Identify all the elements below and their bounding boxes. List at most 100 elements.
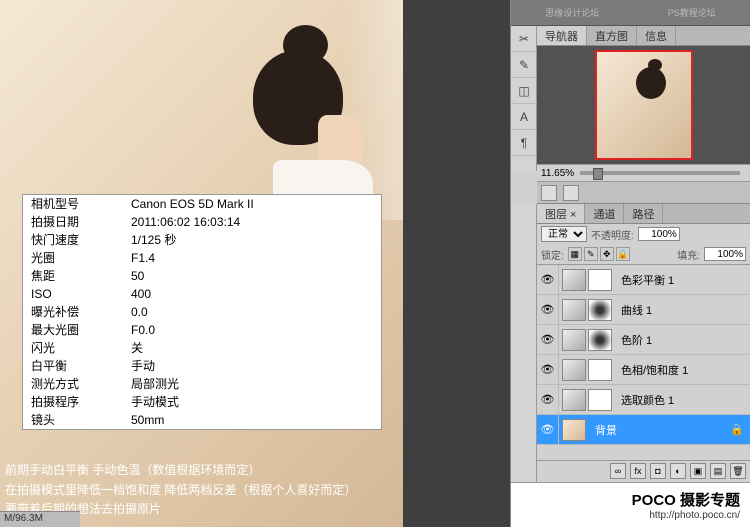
exif-value: 50mm: [131, 411, 373, 429]
exif-value: 关: [131, 339, 373, 357]
exif-info-box: 相机型号Canon EOS 5D Mark II拍摄日期2011:06:02 1…: [22, 194, 382, 430]
exif-row: 焦距50: [23, 267, 381, 285]
new-layer-icon[interactable]: ▤: [710, 463, 726, 479]
mask-thumb[interactable]: [588, 299, 612, 321]
mask-thumb[interactable]: [588, 269, 612, 291]
watermark-right: PS教程论坛: [668, 6, 716, 19]
adjustment-thumb[interactable]: [562, 359, 586, 381]
layers-tabs: 图层 × 通道 路径: [537, 204, 750, 224]
lock-icons: ▦ ✎ ✥ 🔒: [568, 247, 630, 261]
tab-navigator[interactable]: 导航器: [537, 26, 587, 45]
tab-layers[interactable]: 图层 ×: [537, 204, 585, 223]
exif-label: ISO: [31, 285, 131, 303]
layers-panel-wrapper: 图层 × 通道 路径 正常 不透明度: 锁定: ▦ ✎ ✥ 🔒: [511, 204, 750, 482]
exif-row: 快门速度1/125 秒: [23, 231, 381, 249]
adjustments-icon[interactable]: [541, 185, 557, 201]
tool-scissors-icon[interactable]: ✂: [511, 26, 537, 52]
fill-input[interactable]: [704, 247, 746, 261]
exif-label: 光圈: [31, 249, 131, 267]
navigator-zoom-bar: 11.65%: [537, 164, 750, 182]
exif-label: 镜头: [31, 411, 131, 429]
visibility-icon[interactable]: 👁: [537, 295, 559, 325]
adjustment-thumb[interactable]: [562, 389, 586, 411]
tool-ruler-icon[interactable]: ◫: [511, 78, 537, 104]
lock-brush-icon[interactable]: ✎: [584, 247, 598, 261]
exif-value: 50: [131, 267, 373, 285]
exif-label: 拍摄日期: [31, 213, 131, 231]
annotation-line-1: 前期手动白平衡 手动色温（数值根据环境而定）: [5, 461, 403, 480]
layer-row[interactable]: 👁色相/饱和度 1: [537, 355, 750, 385]
layer-name-label: 色彩平衡 1: [615, 272, 674, 288]
fx-icon[interactable]: fx: [630, 463, 646, 479]
mask-thumb[interactable]: [588, 389, 612, 411]
lock-icon: 🔒: [730, 423, 750, 436]
exif-value: Canon EOS 5D Mark II: [131, 195, 373, 213]
adjustment-icon[interactable]: ◐: [670, 463, 686, 479]
layer-row[interactable]: 👁选取颜色 1: [537, 385, 750, 415]
exif-label: 相机型号: [31, 195, 131, 213]
mask-thumb[interactable]: [588, 359, 612, 381]
layers-footer: ∞ fx ◘ ◐ ▣ ▤ 🗑: [537, 460, 750, 482]
canvas-image[interactable]: 相机型号Canon EOS 5D Mark II拍摄日期2011:06:02 1…: [0, 0, 403, 527]
layer-controls: 正常 不透明度: 锁定: ▦ ✎ ✥ 🔒 填充:: [537, 224, 750, 265]
exif-value: 局部测光: [131, 375, 373, 393]
tab-channels[interactable]: 通道: [585, 204, 624, 223]
visibility-icon[interactable]: 👁: [537, 355, 559, 385]
annotation-line-2: 在拍摄模式里降低一档饱和度 降低两档反差（根据个人喜好而定）: [5, 481, 403, 500]
navigator-tabs: 导航器 直方图 信息: [537, 26, 750, 46]
watermark-bar: 思缘设计论坛 PS教程论坛: [511, 0, 750, 26]
link-layers-icon[interactable]: ∞: [610, 463, 626, 479]
tool-brush-icon[interactable]: ✎: [511, 52, 537, 78]
masks-icon[interactable]: [563, 185, 579, 201]
group-icon[interactable]: ▣: [690, 463, 706, 479]
bg-thumb[interactable]: [562, 419, 586, 441]
tab-info[interactable]: 信息: [637, 26, 676, 45]
lock-all-icon[interactable]: 🔒: [616, 247, 630, 261]
navigator-preview[interactable]: [537, 46, 750, 164]
blend-mode-select[interactable]: 正常: [541, 226, 587, 242]
exif-row: 拍摄程序手动模式: [23, 393, 381, 411]
layers-panel: 图层 × 通道 路径 正常 不透明度: 锁定: ▦ ✎ ✥ 🔒: [537, 204, 750, 482]
visibility-icon[interactable]: 👁: [537, 325, 559, 355]
layers-left-strip: [511, 204, 537, 482]
exif-value: 1/125 秒: [131, 231, 373, 249]
visibility-icon[interactable]: 👁: [537, 415, 559, 445]
layer-row[interactable]: 👁曲线 1: [537, 295, 750, 325]
lock-pixels-icon[interactable]: ▦: [568, 247, 582, 261]
mask-icon[interactable]: ◘: [650, 463, 666, 479]
layer-row[interactable]: 👁 色阶 1: [537, 325, 750, 355]
layer-name-label: 色阶 1: [615, 332, 652, 348]
adjustment-thumb[interactable]: [562, 329, 586, 351]
zoom-slider[interactable]: [580, 171, 740, 175]
exif-label: 最大光圈: [31, 321, 131, 339]
exif-value: 手动模式: [131, 393, 373, 411]
visibility-icon[interactable]: 👁: [537, 385, 559, 415]
exif-row: 镜头50mm: [23, 411, 381, 429]
tool-type-icon[interactable]: A: [511, 104, 537, 130]
exif-row: 相机型号Canon EOS 5D Mark II: [23, 195, 381, 213]
trash-icon[interactable]: 🗑: [730, 463, 746, 479]
exif-label: 焦距: [31, 267, 131, 285]
adjustment-thumb[interactable]: [562, 269, 586, 291]
tool-paragraph-icon[interactable]: ¶: [511, 130, 537, 156]
layer-row[interactable]: 👁 色彩平衡 1: [537, 265, 750, 295]
fill-label: 填充:: [677, 247, 700, 262]
exif-value: 400: [131, 285, 373, 303]
opacity-label: 不透明度:: [591, 227, 634, 242]
mask-thumb[interactable]: [588, 329, 612, 351]
layer-thumbs: [559, 299, 615, 321]
tab-paths[interactable]: 路径: [624, 204, 663, 223]
mid-icon-row: [537, 182, 750, 204]
tab-histogram[interactable]: 直方图: [587, 26, 637, 45]
lock-move-icon[interactable]: ✥: [600, 247, 614, 261]
opacity-input[interactable]: [638, 227, 680, 241]
layer-row-background[interactable]: 👁背景🔒: [537, 415, 750, 445]
poco-logo-text: POCO 摄影专题: [632, 489, 740, 510]
adjustment-thumb[interactable]: [562, 299, 586, 321]
exif-row: 测光方式局部测光: [23, 375, 381, 393]
zoom-percentage[interactable]: 11.65%: [541, 168, 574, 179]
visibility-icon[interactable]: 👁: [537, 265, 559, 295]
exif-label: 拍摄程序: [31, 393, 131, 411]
exif-label: 闪光: [31, 339, 131, 357]
navigator-thumbnail[interactable]: [595, 50, 693, 160]
